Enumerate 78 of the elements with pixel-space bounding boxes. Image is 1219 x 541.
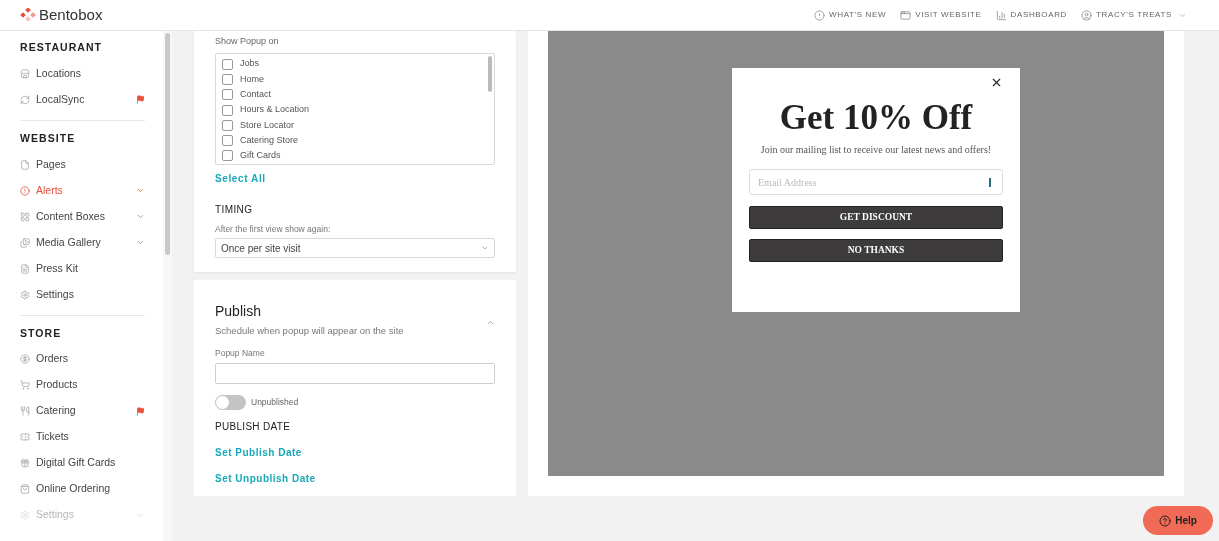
page-checkbox[interactable]: Gift Cards — [222, 148, 494, 164]
sidebar-item[interactable]: LocalSync — [20, 86, 145, 113]
chart-icon — [995, 9, 1007, 21]
utensils-icon — [20, 406, 30, 417]
alert-icon — [814, 9, 826, 21]
sidebar-item[interactable]: Products — [20, 372, 145, 399]
alert-icon — [20, 185, 30, 196]
scrollbar-thumb[interactable] — [488, 55, 492, 92]
sidebar-item[interactable]: Digital Gift Cards — [20, 450, 145, 477]
page-checkbox[interactable]: Store Locator — [222, 117, 494, 133]
checkbox[interactable] — [222, 119, 233, 131]
page-checkbox[interactable]: Catering Store — [222, 133, 494, 149]
sidebar-item[interactable]: Catering — [20, 398, 145, 425]
gift-icon — [20, 458, 30, 469]
section-title: STORE — [20, 325, 63, 341]
sidebar-item[interactable]: Settings — [20, 281, 145, 308]
popup-text: Join our mailing list to receive our latest news and offers! — [760, 143, 992, 157]
popup-button[interactable]: NO THANKS — [749, 239, 1003, 262]
close-icon[interactable] — [990, 76, 1003, 89]
file-icon — [20, 159, 30, 170]
document-icon — [20, 263, 30, 274]
checkbox[interactable] — [222, 73, 233, 85]
header-link[interactable]: TRACY'S TREATS — [1081, 9, 1172, 21]
sidebar-item[interactable]: Online Ordering — [20, 476, 145, 503]
field-label: Popup Name — [215, 347, 266, 360]
section-title: PUBLISH DATE — [215, 419, 292, 434]
settings-icon — [20, 510, 30, 521]
bag-icon — [20, 484, 30, 495]
page-checkbox[interactable]: Contact — [222, 87, 494, 103]
user-icon — [1081, 9, 1092, 21]
popup-heading: Get 10% Off — [779, 100, 973, 135]
help-button[interactable]: Help — [1143, 506, 1213, 535]
section-title: RESTAURANT — [20, 40, 104, 55]
header-link[interactable]: VISIT WEBSITE — [900, 9, 982, 21]
sidebar-item[interactable]: Media Gallery — [20, 229, 145, 256]
sidebar-item[interactable]: Tickets — [20, 424, 145, 451]
field-label: Show Popup on — [215, 35, 280, 48]
page-checkbox[interactable]: Jobs — [222, 56, 494, 72]
card-subtitle: Schedule when popup will appear on the site — [215, 324, 405, 338]
settings-icon — [20, 289, 30, 300]
timing-select[interactable]: Once per site visit — [215, 238, 495, 259]
sidebar-item[interactable]: Orders — [20, 346, 145, 373]
chevron-icon[interactable] — [486, 318, 495, 327]
checkbox[interactable] — [222, 135, 233, 147]
storefront-icon — [20, 68, 30, 79]
page-checkbox[interactable]: Home — [222, 71, 494, 88]
section-title: WEBSITE — [20, 130, 77, 146]
sync-icon — [20, 94, 30, 105]
sidebar-item[interactable]: Press Kit — [20, 255, 145, 282]
checkbox[interactable] — [222, 89, 233, 101]
sidebar-item[interactable]: Content Boxes — [20, 203, 145, 230]
checkbox[interactable] — [222, 58, 233, 70]
toggle-label: Unpublished — [251, 395, 299, 409]
section-title: TIMING — [215, 202, 254, 217]
ticket-icon — [20, 432, 30, 443]
sidebar-item[interactable]: Pages — [20, 151, 145, 178]
window-icon — [900, 9, 912, 21]
popup-button[interactable]: GET DISCOUNT — [749, 206, 1003, 229]
scrollbar-thumb[interactable] — [165, 33, 170, 255]
toggle-switch[interactable] — [215, 394, 246, 410]
popup-name-field[interactable] — [215, 363, 495, 384]
checkbox[interactable] — [222, 150, 233, 162]
dollar-icon — [20, 354, 30, 365]
sidebar-item[interactable]: Alerts — [20, 177, 145, 204]
card-title: Publish — [215, 302, 262, 321]
header-link[interactable]: DASHBOARD — [995, 9, 1067, 21]
logo-text: Bentobox — [39, 4, 103, 25]
autofill-icon — [989, 177, 994, 187]
grid-icon — [20, 211, 30, 222]
help-icon — [1159, 514, 1172, 527]
field-label: After the first view show again: — [215, 222, 332, 236]
sidebar-item[interactable]: Locations — [20, 60, 145, 87]
images-icon — [20, 237, 30, 248]
header-link[interactable]: WHAT'S NEW — [814, 9, 887, 21]
checkbox[interactable] — [222, 104, 233, 116]
cart-icon — [20, 380, 30, 391]
page-checkbox[interactable]: Hours & Location — [222, 102, 494, 118]
logo-icon — [20, 8, 36, 22]
